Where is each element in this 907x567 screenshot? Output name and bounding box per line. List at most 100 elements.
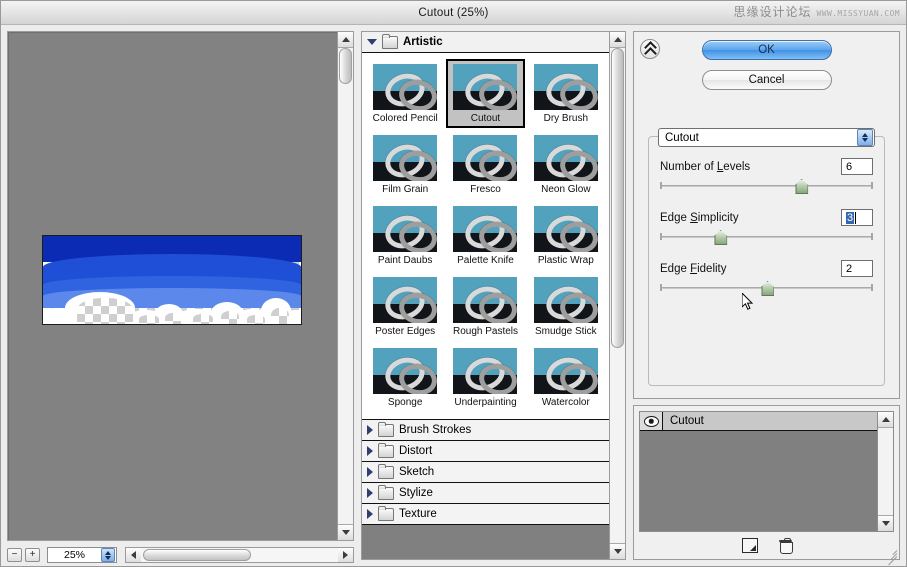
slider-label-edge-fidelity: Edge Fidelity	[660, 262, 727, 275]
category-label: Texture	[399, 508, 437, 520]
resize-grip-icon[interactable]	[884, 545, 898, 566]
triangle-right-icon[interactable]	[367, 488, 373, 498]
scroll-down-button[interactable]	[610, 543, 625, 559]
filter-thumbnail-palette-knife[interactable]: Palette Knife	[446, 201, 524, 270]
preview-column: − + 25%	[7, 31, 354, 566]
effect-layer-row[interactable]: Cutout	[640, 412, 877, 431]
filter-name-dropdown[interactable]: Cutout	[658, 128, 875, 147]
effect-list-vertical-scrollbar[interactable]	[877, 412, 893, 531]
filter-thumbnail-film-grain[interactable]: Film Grain	[366, 130, 444, 199]
filter-browser: Artistic Colored Pencil Cutout Dry Brush Fi…	[361, 31, 626, 560]
category-header-texture[interactable]: Texture	[362, 503, 609, 524]
title-bar: Cutout (25%) 思缘设计论坛 WWW.MISSYUAN.COM	[1, 1, 906, 25]
triangle-right-icon[interactable]	[367, 425, 373, 435]
filter-thumbnail-sponge[interactable]: Sponge	[366, 343, 444, 412]
scroll-down-button[interactable]	[338, 524, 353, 540]
triangle-right-icon[interactable]	[367, 509, 373, 519]
preview-zoom-bar: − + 25%	[7, 541, 354, 566]
preview-horizontal-scrollbar[interactable]	[125, 547, 354, 563]
new-layer-icon[interactable]	[742, 538, 758, 553]
scroll-track[interactable]	[338, 48, 353, 524]
preview-canvas[interactable]	[8, 32, 337, 540]
scroll-right-button[interactable]	[338, 548, 353, 562]
preview-vertical-scrollbar[interactable]	[337, 32, 353, 540]
filter-thumbnail-watercolor[interactable]: Watercolor	[527, 343, 605, 412]
scroll-up-button[interactable]	[878, 412, 893, 428]
slider-header: Edge Fidelity 2	[660, 260, 873, 277]
filter-thumbnail-label: Palette Knife	[457, 255, 514, 266]
zoom-out-button[interactable]: −	[7, 548, 22, 562]
collapse-panel-button[interactable]	[640, 39, 660, 60]
zoom-stepper[interactable]	[101, 548, 115, 562]
filter-thumbnail-dry-brush[interactable]: Dry Brush	[527, 59, 605, 128]
ok-button[interactable]: OK	[701, 40, 832, 60]
filter-list-vertical-scrollbar[interactable]	[609, 32, 625, 559]
filter-thumbnail-image	[453, 277, 518, 323]
effect-layers-panel: Cutout	[633, 405, 900, 566]
scroll-track[interactable]	[141, 548, 338, 562]
filter-thumbnail-fresco[interactable]: Fresco	[446, 130, 524, 199]
parameter-input-edge-fidelity[interactable]: 2	[841, 260, 873, 277]
filter-browser-inner: Artistic Colored Pencil Cutout Dry Brush Fi…	[362, 32, 625, 559]
filter-thumbnail-label: Plastic Wrap	[537, 255, 594, 266]
filter-gallery-dialog: Cutout (25%) 思缘设计论坛 WWW.MISSYUAN.COM − +…	[0, 0, 907, 567]
category-header-artistic[interactable]: Artistic	[362, 32, 609, 53]
slider-knob-edge-fidelity[interactable]	[761, 281, 774, 296]
zoom-in-button[interactable]: +	[25, 548, 40, 562]
filter-parameter-sliders: Number of Levels 6 Edge Simplicity 3 Edge Fi…	[660, 158, 873, 311]
scroll-track[interactable]	[610, 48, 625, 543]
filter-thumbnail-neon-glow[interactable]: Neon Glow	[527, 130, 605, 199]
filter-thumbnail-grid: Colored Pencil Cutout Dry Brush Film Grain F…	[362, 53, 609, 419]
slider-knob-edge-simplicity[interactable]	[714, 230, 728, 245]
watermark: 思缘设计论坛 WWW.MISSYUAN.COM	[734, 3, 900, 20]
scroll-down-button[interactable]	[878, 515, 893, 531]
trash-icon[interactable]	[779, 538, 793, 554]
parameter-input-edge-simplicity[interactable]: 3	[841, 209, 873, 226]
filter-thumbnail-label: Smudge Stick	[534, 326, 597, 337]
filter-thumbnail-paint-daubs[interactable]: Paint Daubs	[366, 201, 444, 270]
slider-track-edge-simplicity[interactable]	[660, 230, 873, 245]
zoom-level-field[interactable]: 25%	[47, 547, 117, 563]
parameter-input-number-of-levels[interactable]: 6	[841, 158, 873, 175]
filter-thumbnail-smudge-stick[interactable]: Smudge Stick	[527, 272, 605, 341]
eye-icon	[643, 415, 659, 427]
filter-thumbnail-plastic-wrap[interactable]: Plastic Wrap	[527, 201, 605, 270]
filter-list-empty-area	[362, 524, 609, 559]
filter-thumbnail-label: Sponge	[387, 397, 423, 408]
triangle-up-icon	[341, 37, 350, 42]
slider-track-edge-fidelity[interactable]	[660, 281, 873, 296]
dropdown-stepper-icon[interactable]	[857, 129, 873, 146]
scroll-left-button[interactable]	[126, 548, 141, 562]
filter-thumbnail-colored-pencil[interactable]: Colored Pencil	[366, 59, 444, 128]
filter-thumbnail-label: Watercolor	[541, 397, 590, 408]
filter-thumbnail-cutout[interactable]: Cutout	[446, 59, 525, 128]
folder-closed-icon	[378, 421, 394, 437]
slider-knob-number-of-levels[interactable]	[795, 179, 809, 194]
filter-thumbnail-image	[373, 348, 438, 394]
category-header-sketch[interactable]: Sketch	[362, 461, 609, 482]
slider-track-number-of-levels[interactable]	[660, 179, 873, 194]
scroll-thumb[interactable]	[339, 48, 352, 84]
scroll-thumb[interactable]	[611, 48, 624, 348]
filter-thumbnail-underpainting[interactable]: Underpainting	[446, 343, 524, 412]
triangle-down-icon[interactable]	[367, 39, 377, 45]
scroll-up-button[interactable]	[610, 32, 625, 48]
category-header-distort[interactable]: Distort	[362, 440, 609, 461]
category-header-stylize[interactable]: Stylize	[362, 482, 609, 503]
filter-thumbnail-label: Fresco	[470, 184, 501, 195]
filter-thumbnail-image	[373, 64, 438, 110]
slider-row-number-of-levels: Number of Levels 6	[660, 158, 873, 194]
cancel-button[interactable]: Cancel	[701, 70, 832, 90]
triangle-right-icon	[343, 551, 348, 559]
triangle-right-icon[interactable]	[367, 446, 373, 456]
slider-label-edge-simplicity: Edge Simplicity	[660, 211, 739, 224]
scroll-track[interactable]	[878, 428, 893, 515]
options-column: OK Cancel Cutout Number of Levels 6 Edge S…	[633, 31, 900, 566]
filter-thumbnail-rough-pastels[interactable]: Rough Pastels	[446, 272, 524, 341]
filter-thumbnail-poster-edges[interactable]: Poster Edges	[366, 272, 444, 341]
category-header-brush-strokes[interactable]: Brush Strokes	[362, 419, 609, 440]
scroll-thumb[interactable]	[143, 549, 251, 561]
layer-visibility-toggle[interactable]	[640, 412, 663, 430]
scroll-up-button[interactable]	[338, 32, 353, 48]
triangle-right-icon[interactable]	[367, 467, 373, 477]
